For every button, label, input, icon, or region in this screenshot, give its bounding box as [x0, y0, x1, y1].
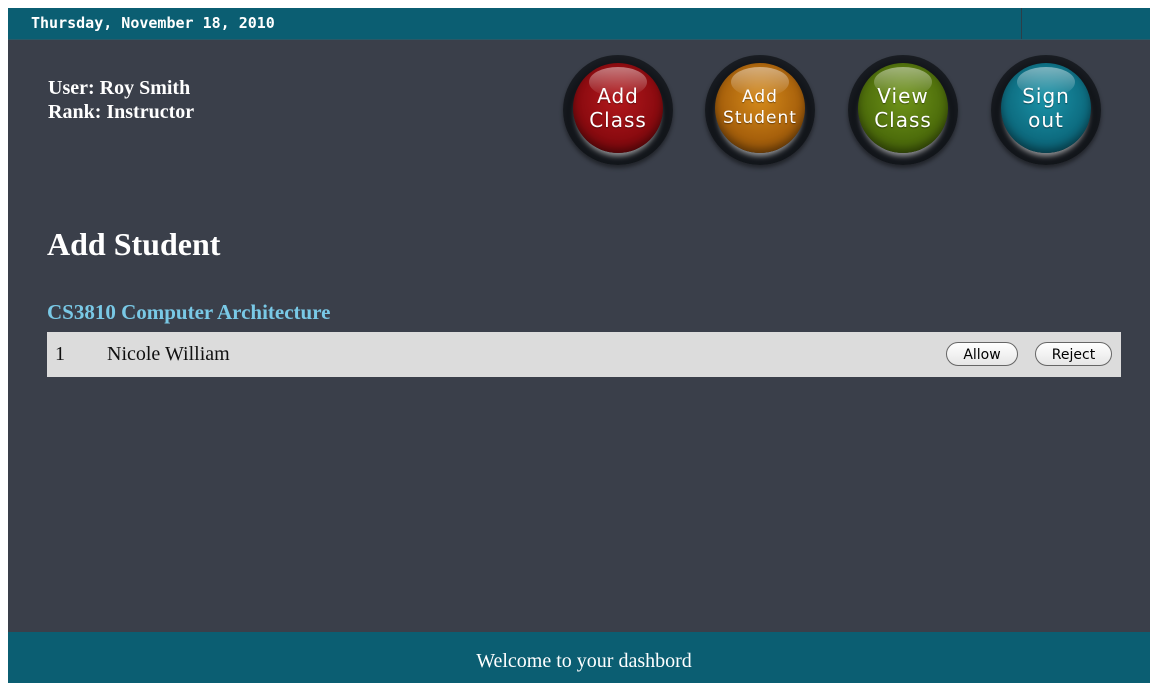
add-student-label: Add Student	[715, 63, 805, 153]
add-student-button[interactable]: Add Student	[705, 55, 815, 165]
add-class-orb: Add Class	[573, 63, 663, 153]
current-date: Thursday, November 18, 2010	[31, 14, 275, 32]
user-info: User: Roy Smith Rank: Instructor	[48, 76, 194, 124]
course-title: CS3810 Computer Architecture	[47, 300, 331, 324]
top-bar: Thursday, November 18, 2010	[8, 8, 1150, 40]
add-student-orb: Add Student	[715, 63, 805, 153]
student-name: Nicole William	[107, 343, 230, 365]
view-class-label: View Class	[858, 63, 948, 153]
user-rank: Rank: Instructor	[48, 101, 195, 123]
sign-out-label: Sign out	[1001, 63, 1091, 153]
sign-out-label-line2: out	[1028, 108, 1064, 132]
add-student-label-line2: Student	[723, 108, 797, 128]
view-class-label-line1: View	[877, 84, 929, 108]
user-name: User: Roy Smith	[48, 77, 191, 99]
view-class-label-line2: Class	[874, 108, 932, 132]
sign-out-orb: Sign out	[1001, 63, 1091, 153]
view-class-button[interactable]: View Class	[848, 55, 958, 165]
row-number: 1	[55, 343, 65, 365]
footer-message: Welcome to your dashbord	[476, 650, 692, 672]
sign-out-label-line1: Sign	[1022, 84, 1070, 108]
add-student-label-line1: Add	[742, 87, 778, 107]
student-request-row: 1 Nicole William Allow Reject	[47, 332, 1121, 377]
add-class-button[interactable]: Add Class	[563, 55, 673, 165]
sign-out-button[interactable]: Sign out	[991, 55, 1101, 165]
reject-button[interactable]: Reject	[1035, 342, 1112, 366]
view-class-orb: View Class	[858, 63, 948, 153]
add-class-label-line1: Add	[597, 84, 639, 108]
footer-bar: Welcome to your dashbord	[8, 632, 1150, 683]
page-title: Add Student	[47, 226, 221, 262]
top-bar-divider	[1021, 8, 1022, 39]
allow-button[interactable]: Allow	[946, 342, 1018, 366]
add-class-label: Add Class	[573, 63, 663, 153]
app-frame: Thursday, November 18, 2010 User: Roy Sm…	[8, 8, 1150, 683]
add-class-label-line2: Class	[589, 108, 647, 132]
